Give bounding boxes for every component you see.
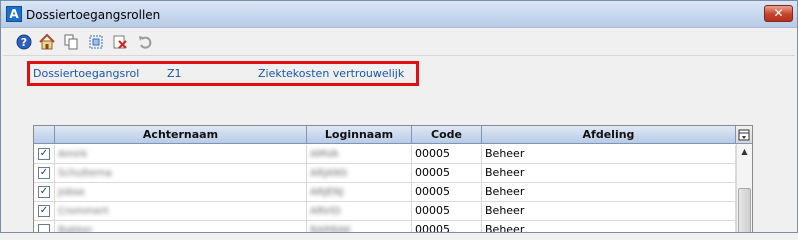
cell-achternaam: Jobse bbox=[55, 183, 307, 202]
column-chooser-icon bbox=[738, 129, 750, 140]
help-icon: ? bbox=[16, 34, 32, 50]
table-row[interactable]: ✓ Amirk AMVA 00005 Beheer bbox=[34, 145, 736, 164]
cell-loginnaam: AMVA bbox=[307, 145, 412, 164]
cell-achternaam: Schulterna bbox=[55, 164, 307, 183]
cell-code: 00005 bbox=[412, 164, 482, 183]
row-checkbox[interactable] bbox=[38, 224, 50, 232]
cell-afdeling-text: Beheer bbox=[485, 185, 525, 198]
cell-achternaam: Bakker bbox=[55, 221, 307, 233]
cell-achternaam-text: Crommert bbox=[58, 206, 109, 217]
header-select-column[interactable] bbox=[34, 126, 55, 144]
toolbar-divider bbox=[3, 55, 795, 56]
context-code: Z1 bbox=[167, 67, 182, 80]
delete-button[interactable] bbox=[111, 33, 129, 51]
cell-achternaam-text: Amirk bbox=[58, 149, 88, 160]
cell-loginnaam: BARBAK bbox=[307, 221, 412, 233]
home-icon bbox=[39, 33, 55, 50]
cell-code: 00005 bbox=[412, 221, 482, 233]
table-row[interactable]: ✓ Crommert ARVID 00005 Beheer bbox=[34, 202, 736, 221]
cell-achternaam: Crommert bbox=[55, 202, 307, 221]
cell-code-text: 00005 bbox=[415, 223, 450, 233]
column-chooser-button[interactable] bbox=[736, 126, 752, 144]
svg-text:?: ? bbox=[21, 36, 27, 49]
cell-afdeling: Beheer bbox=[482, 164, 736, 183]
grid-header: Achternaam Loginnaam Code Afdeling bbox=[34, 126, 752, 144]
cell-loginnaam-text: ARJANS bbox=[310, 168, 348, 179]
header-achternaam[interactable]: Achternaam bbox=[55, 126, 307, 144]
cell-afdeling: Beheer bbox=[482, 145, 736, 164]
users-grid: Achternaam Loginnaam Code Afdeling ✓ Amir… bbox=[33, 125, 753, 233]
table-row[interactable]: Bakker BARBAK 00005 Beheer bbox=[34, 221, 736, 233]
cell-afdeling: Beheer bbox=[482, 202, 736, 221]
cell-select: ✓ bbox=[34, 145, 55, 164]
scroll-thumb[interactable] bbox=[738, 188, 751, 232]
context-label: Dossiertoegangsrol bbox=[33, 67, 140, 80]
cell-afdeling-text: Beheer bbox=[485, 204, 525, 217]
window-title: Dossiertoegangsrollen bbox=[26, 8, 161, 22]
cell-afdeling: Beheer bbox=[482, 221, 736, 233]
table-row[interactable]: ✓ Jobse ARJENJ 00005 Beheer bbox=[34, 183, 736, 202]
toolbar: ? bbox=[1, 30, 797, 54]
row-checkbox[interactable]: ✓ bbox=[38, 167, 50, 179]
cell-loginnaam-text: ARJENJ bbox=[310, 187, 344, 198]
header-code[interactable]: Code bbox=[412, 126, 482, 144]
help-button[interactable]: ? bbox=[15, 33, 33, 51]
undo-button[interactable] bbox=[136, 33, 154, 51]
context-description: Ziektekosten vertrouwelijk bbox=[258, 67, 405, 80]
context-header: Dossiertoegangsrol Z1 Ziektekosten vertr… bbox=[27, 61, 419, 86]
cell-afdeling-text: Beheer bbox=[485, 166, 525, 179]
app-window: A Dossiertoegangsrollen ✕ ? Dossiertoega… bbox=[0, 0, 798, 233]
cell-code: 00005 bbox=[412, 202, 482, 221]
cell-afdeling-text: Beheer bbox=[485, 223, 525, 233]
cell-code-text: 00005 bbox=[415, 204, 450, 217]
cell-loginnaam-text: AMVA bbox=[310, 149, 339, 160]
select-button[interactable] bbox=[87, 33, 105, 51]
row-checkbox[interactable]: ✓ bbox=[38, 205, 50, 217]
cell-achternaam-text: Bakker bbox=[58, 225, 93, 233]
title-bar: A Dossiertoegangsrollen ✕ bbox=[1, 1, 797, 28]
header-afdeling[interactable]: Afdeling bbox=[482, 126, 736, 144]
close-button[interactable]: ✕ bbox=[764, 5, 793, 22]
cell-afdeling-text: Beheer bbox=[485, 147, 525, 160]
cell-code: 00005 bbox=[412, 183, 482, 202]
cell-code-text: 00005 bbox=[415, 166, 450, 179]
table-row[interactable]: ✓ Schulterna ARJANS 00005 Beheer bbox=[34, 164, 736, 183]
cell-code-text: 00005 bbox=[415, 185, 450, 198]
copy-button[interactable] bbox=[62, 33, 80, 51]
copy-icon bbox=[64, 34, 78, 50]
home-button[interactable] bbox=[38, 33, 56, 51]
cell-afdeling: Beheer bbox=[482, 183, 736, 202]
row-checkbox[interactable]: ✓ bbox=[38, 148, 50, 160]
cell-achternaam-text: Schulterna bbox=[58, 168, 112, 179]
cell-loginnaam: ARJANS bbox=[307, 164, 412, 183]
select-icon bbox=[89, 35, 103, 49]
cell-select bbox=[34, 221, 55, 232]
vertical-scrollbar[interactable]: ▲ bbox=[736, 144, 752, 232]
header-loginnaam[interactable]: Loginnaam bbox=[307, 126, 412, 144]
cell-achternaam: Amirk bbox=[55, 145, 307, 164]
cell-code: 00005 bbox=[412, 145, 482, 164]
cell-select: ✓ bbox=[34, 202, 55, 221]
cell-loginnaam-text: ARVID bbox=[310, 206, 341, 217]
cell-loginnaam: ARVID bbox=[307, 202, 412, 221]
cell-loginnaam-text: BARBAK bbox=[310, 225, 351, 233]
cell-select: ✓ bbox=[34, 164, 55, 183]
undo-icon bbox=[139, 36, 152, 49]
cell-achternaam-text: Jobse bbox=[58, 187, 85, 198]
cell-select: ✓ bbox=[34, 183, 55, 202]
cell-code-text: 00005 bbox=[415, 147, 450, 160]
row-checkbox[interactable]: ✓ bbox=[38, 186, 50, 198]
app-logo-icon: A bbox=[6, 6, 22, 22]
delete-icon bbox=[113, 35, 127, 49]
scroll-up-button[interactable]: ▲ bbox=[737, 144, 752, 160]
cell-loginnaam: ARJENJ bbox=[307, 183, 412, 202]
